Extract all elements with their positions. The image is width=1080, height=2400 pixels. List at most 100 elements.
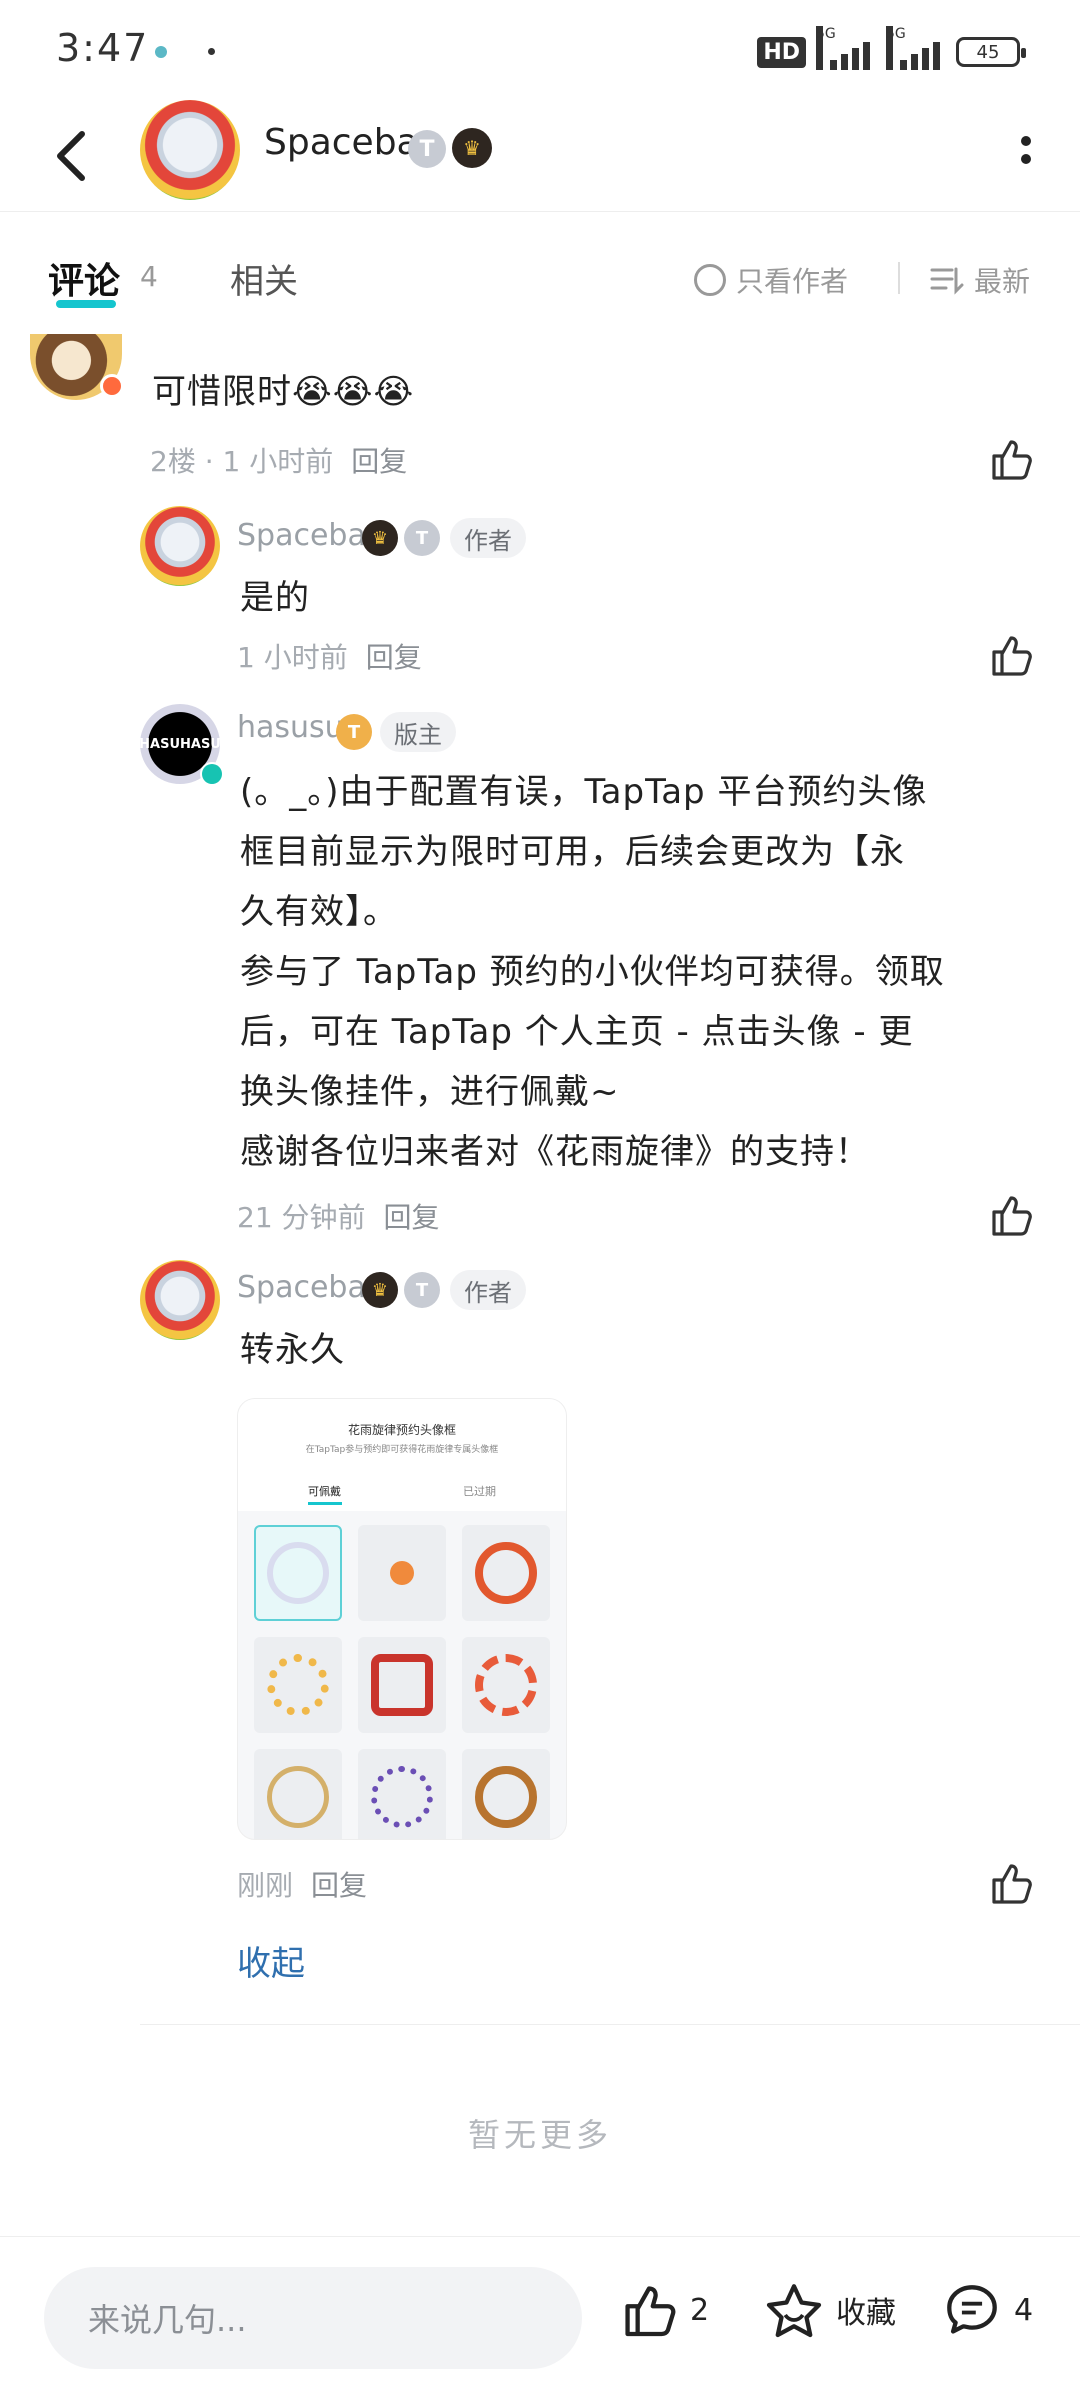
comment-meta: 2楼 · 1 小时前 回复 [150,445,408,478]
trophy-badge-icon: ♛ [452,128,492,168]
author-tag: 作者 [450,1270,526,1310]
avatar-frame-item [254,1749,342,1839]
frame-ring-icon [371,1766,433,1828]
comment-text: (。_。)由于配置有误，TapTap 平台预约头像 框目前显示为限时可用，后续会… [240,762,1040,1182]
status-time: 3:47 [56,26,150,70]
comment-text: 转永久 [240,1330,345,1370]
user-avatar[interactable] [140,506,220,586]
text-line: 参与了 TapTap 预约的小伙伴均可获得。领取 [240,952,945,992]
username[interactable]: Spacebar [237,518,378,553]
author-tag: 作者 [450,518,526,558]
user-avatar[interactable] [30,334,124,400]
image-tab-expired: 已过期 [463,1485,496,1498]
trophy-badge-icon: ♛ [362,1272,398,1308]
tab-related[interactable]: 相关 [230,254,298,303]
frame-ornament-icon [390,1561,414,1585]
username[interactable]: hasusu [237,710,344,745]
thumbs-up-icon[interactable] [988,1860,1034,1906]
notification-dot-icon [155,46,167,58]
comment-input-placeholder: 来说几句... [88,2301,247,2339]
image-title: 花雨旋律预约头像框 [347,1423,456,1437]
only-author-label: 只看作者 [736,265,849,298]
divider [140,2024,1080,2025]
reply-meta-row: 刚刚 回复 [0,1860,1080,1920]
thumbs-up-icon[interactable] [988,436,1034,482]
thumbs-up-icon[interactable] [988,632,1034,678]
reply-item: HASUHASU hasusu T 版主 (。_。)由于配置有误，TapTap … [0,696,1080,1236]
comment-bubble-icon [947,2285,997,2334]
favorite-button[interactable]: 收藏 [764,2281,896,2339]
text-line: 久有效】。 [240,892,398,932]
comment-image-attachment[interactable]: 花雨旋律预约头像框 在TapTap参与预约即可获得花雨旋律专属头像框 可佩戴 已… [237,1398,567,1840]
verified-icon [200,762,224,786]
text-line: (。_。)由于配置有误，TapTap 平台预约头像 [240,772,928,812]
star-icon [766,2284,822,2338]
thumbs-up-icon[interactable] [988,1192,1034,1238]
tab-active-indicator [56,300,116,308]
frame-ring-icon [475,1542,537,1604]
comment-time: 1 小时前 [222,445,334,478]
more-options-icon[interactable] [1018,136,1034,176]
reply-button[interactable]: 回复 [384,1201,440,1234]
hd-icon: HD [757,36,806,68]
image-tabs: 可佩戴 已过期 [238,1469,566,1511]
comment-meta: 刚刚 回复 [237,1864,367,1904]
battery-icon: 45 [956,37,1026,67]
level-badge-icon: T [408,130,446,168]
status-icons: HD 5G 5G 45 [757,26,1026,74]
network-type-label: 5G [816,26,836,70]
avatar-frame-item [462,1749,550,1839]
image-header: 花雨旋律预约头像框 在TapTap参与预约即可获得花雨旋律专属头像框 [238,1399,566,1469]
user-badge-icon [100,374,124,398]
image-subtitle: 在TapTap参与预约即可获得花雨旋律专属头像框 [305,1445,499,1455]
username[interactable]: Spacebar [237,1270,378,1305]
avatar-frame-item [462,1525,550,1621]
author-avatar[interactable] [140,100,240,200]
collapse-replies-button[interactable]: 收起 [237,1936,305,1985]
radio-icon [694,264,726,296]
back-arrow-icon[interactable] [50,128,94,184]
reply-button[interactable]: 回复 [311,1869,367,1902]
frame-ring-icon [267,1654,329,1716]
only-author-toggle[interactable]: 只看作者 [694,260,848,300]
text-line: 换头像挂件，进行佩戴~ [240,1072,620,1112]
thumbs-up-icon [625,2286,676,2337]
level-badge-icon: T [404,520,440,556]
comments-button[interactable]: 4 [942,2281,1033,2339]
comment-tabs: 评论 4 相关 只看作者 最新 [0,212,1080,332]
comment-meta: 21 分钟前 回复 [237,1196,440,1236]
reply-button[interactable]: 回复 [366,641,422,674]
bottom-action-bar: 来说几句... 2 收藏 4 [0,2236,1080,2400]
sort-toggle[interactable]: 最新 [930,260,1030,300]
comment-time: 1 小时前 [237,641,348,674]
avatar-frame-grid [238,1511,566,1839]
like-button[interactable]: 2 [620,2281,709,2339]
sort-icon [930,267,964,295]
avatar-frame-item [358,1637,446,1733]
tab-comments[interactable]: 评论 [48,252,120,304]
avatar-text: HASUHASU [139,736,221,752]
frame-ring-icon [267,1766,329,1828]
frame-ring-icon [371,1654,433,1716]
avatar-frame-item [462,1637,550,1733]
avatar-frame-item [254,1525,342,1621]
comment-input[interactable]: 来说几句... [44,2267,582,2369]
level-badge-icon: T [336,714,372,750]
comment-time: 刚刚 [237,1869,294,1902]
reply-item: Spacebar ♛ T 作者 转永久 [0,1252,1080,1392]
comment-text-content: 可惜限时 [152,372,292,412]
frame-ring-icon [475,1766,537,1828]
sort-label: 最新 [974,265,1031,298]
divider [898,262,900,294]
comment-text: 是的 [240,578,310,618]
frame-ring-icon [475,1654,537,1716]
user-avatar[interactable]: HASUHASU [139,704,224,786]
reply-item: Spacebar ♛ T 作者 是的 1 小时前 回复 [0,500,1080,690]
text-line: 后，可在 TapTap 个人主页 - 点击头像 - 更 [240,1012,914,1052]
no-more-text: 暂无更多 [467,2116,612,2154]
image-tab-wearable: 可佩戴 [308,1485,342,1505]
reply-button[interactable]: 回复 [351,445,407,478]
favorite-label: 收藏 [836,2296,896,2331]
network-type-label-2: 5G [886,26,906,70]
user-avatar[interactable] [140,1260,220,1340]
